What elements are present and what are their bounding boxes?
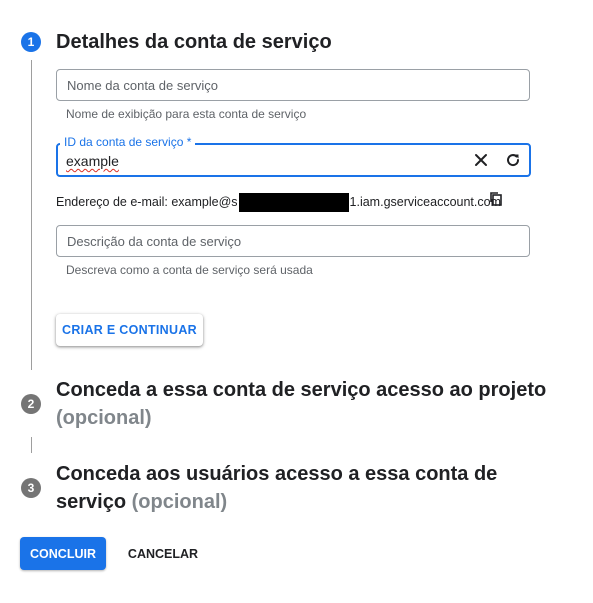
service-account-description-hint: Descreva como a conta de serviço será us… bbox=[66, 263, 313, 277]
service-account-name-hint: Nome de exibição para esta conta de serv… bbox=[66, 107, 307, 121]
step-2-title[interactable]: Conceda a essa conta de serviço acesso a… bbox=[56, 376, 576, 432]
email-suffix: 1.iam.gserviceaccount.com bbox=[349, 194, 501, 209]
redacted-block bbox=[238, 193, 349, 212]
email-prefix: Endereço de e-mail: example@s bbox=[56, 194, 238, 209]
service-account-name-input[interactable]: Nome da conta de serviço bbox=[56, 69, 530, 101]
step-3-optional: (opcional) bbox=[131, 491, 228, 513]
service-account-id-value: example bbox=[66, 153, 119, 169]
step-3-indicator: 3 bbox=[21, 478, 41, 498]
step-1-title: Detalhes da conta de serviço bbox=[56, 31, 332, 53]
step-1-connector bbox=[31, 60, 32, 370]
step-2-title-text: Conceda a essa conta de serviço acesso a… bbox=[56, 379, 547, 401]
step-3-title-line2: serviço bbox=[56, 491, 127, 513]
service-account-name-placeholder: Nome da conta de serviço bbox=[67, 78, 219, 93]
step-1-indicator: 1 bbox=[21, 32, 41, 52]
step-3-title-line1: Conceda aos usuários acesso a essa conta… bbox=[56, 463, 498, 485]
service-account-description-placeholder: Descrição da conta de serviço bbox=[67, 234, 242, 249]
service-account-id-label: ID da conta de serviço * bbox=[60, 135, 196, 149]
step-2-optional: (opcional) bbox=[56, 407, 152, 429]
cancel-button[interactable]: CANCELAR bbox=[118, 537, 208, 570]
done-button[interactable]: CONCLUIR bbox=[20, 537, 106, 570]
step-3-title[interactable]: Conceda aos usuários acesso a essa conta… bbox=[56, 460, 576, 516]
clear-icon[interactable] bbox=[471, 150, 491, 170]
copy-icon[interactable] bbox=[488, 191, 504, 207]
step-2-indicator: 2 bbox=[21, 394, 41, 414]
email-address-text: Endereço de e-mail: example@s 1.iam.gserv… bbox=[56, 193, 501, 212]
create-and-continue-button[interactable]: CRIAR E CONTINUAR bbox=[56, 314, 203, 346]
service-account-description-input[interactable]: Descrição da conta de serviço bbox=[56, 225, 530, 257]
refresh-icon[interactable] bbox=[503, 150, 523, 170]
step-2-connector bbox=[31, 437, 32, 453]
